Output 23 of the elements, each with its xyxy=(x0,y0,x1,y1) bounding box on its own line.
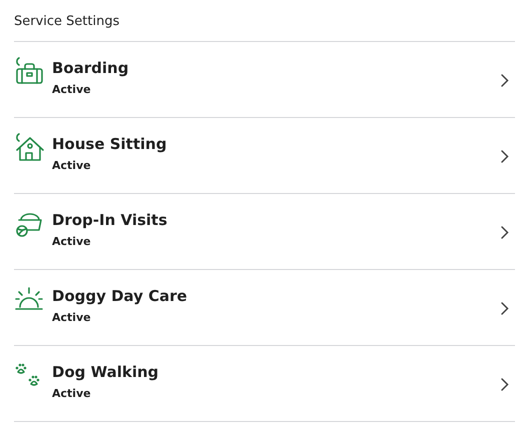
service-row[interactable]: Doggy Day Care Active xyxy=(14,270,515,346)
section-title: Service Settings xyxy=(14,14,120,29)
service-name: Boarding xyxy=(52,58,130,78)
service-row[interactable]: Drop-In Visits Active xyxy=(14,194,515,270)
chevron-right-icon xyxy=(501,378,509,391)
chevron-right-icon xyxy=(501,302,509,315)
service-name: Doggy Day Care xyxy=(52,286,188,306)
service-status: Active xyxy=(52,158,92,174)
chevron-right-icon xyxy=(501,74,509,87)
service-name: House Sitting xyxy=(52,134,168,154)
service-status: Active xyxy=(52,310,92,326)
house-moon-icon xyxy=(14,132,44,162)
service-row[interactable]: Dog Walking Active xyxy=(14,346,515,422)
service-name: Dog Walking xyxy=(52,362,160,382)
suitcase-moon-icon xyxy=(14,56,44,86)
service-status: Active xyxy=(52,386,92,402)
chevron-right-icon xyxy=(501,150,509,163)
chevron-right-icon xyxy=(501,226,509,239)
service-name: Drop-In Visits xyxy=(52,210,168,230)
service-status: Active xyxy=(52,82,92,98)
service-status: Active xyxy=(52,234,92,250)
service-row[interactable]: House Sitting Active xyxy=(14,118,515,194)
service-row[interactable]: Boarding Active xyxy=(14,42,515,118)
